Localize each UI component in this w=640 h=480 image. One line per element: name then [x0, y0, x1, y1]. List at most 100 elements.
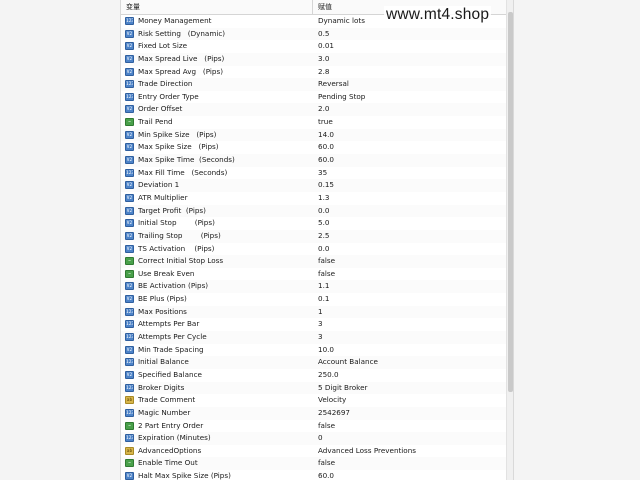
table-row[interactable]: 123 Trade Direction Reversal: [121, 78, 506, 91]
variable-value[interactable]: 2.0: [318, 103, 498, 116]
variable-name: 2 Part Entry Order: [138, 420, 204, 430]
double-icon: V2: [125, 181, 134, 190]
table-row[interactable]: V2 Min Spike Size (Pips) 14.0: [121, 128, 506, 142]
variable-value[interactable]: 0.0: [318, 205, 498, 218]
table-row[interactable]: ~ Enable Time Out false: [121, 457, 506, 471]
variable-value[interactable]: 0.15: [318, 179, 498, 192]
bool-icon: ~: [125, 257, 134, 266]
variable-value[interactable]: 3: [318, 318, 498, 331]
variable-name: BE Activation (Pips): [138, 281, 209, 291]
table-row[interactable]: V2 Order Offset 2.0: [121, 103, 506, 117]
table-row[interactable]: ab AdvancedOptions Advanced Loss Preventio…: [121, 444, 506, 458]
variable-value[interactable]: 0.01: [318, 40, 498, 53]
variable-value[interactable]: Account Balance: [318, 356, 498, 369]
variable-name: Max Spread Live (Pips): [138, 53, 225, 63]
table-row[interactable]: 123 Entry Order Type Pending Stop: [121, 90, 506, 104]
table-row[interactable]: 123 Attempts Per Bar 3: [121, 318, 506, 332]
variable-value[interactable]: Advanced Loss Preventions: [318, 445, 498, 458]
table-row[interactable]: 123 Magic Number 2542697: [121, 406, 506, 420]
variable-value[interactable]: Pending Stop: [318, 91, 498, 104]
variable-name: Fixed Lot Size: [138, 41, 188, 51]
variable-value[interactable]: false: [318, 457, 498, 470]
double-icon: V2: [125, 143, 134, 152]
table-row[interactable]: 123 Broker Digits 5 Digit Broker: [121, 381, 506, 395]
variable-value[interactable]: 60.0: [318, 154, 498, 167]
double-icon: V2: [125, 219, 134, 228]
double-icon: V2: [125, 370, 134, 379]
variable-value[interactable]: 1.3: [318, 192, 498, 205]
variable-value[interactable]: 250.0: [318, 369, 498, 382]
table-row[interactable]: V2 BE Plus (Pips) 0.1: [121, 293, 506, 306]
int-icon: 123: [125, 320, 134, 329]
inputs-table: 123 Money Management Dynamic lots V2 Risk Se…: [121, 15, 506, 480]
int-icon: 123: [125, 408, 134, 417]
variable-name: Max Spike Size (Pips): [138, 142, 219, 152]
table-row[interactable]: V2 Max Spread Avg (Pips) 2.8: [121, 65, 506, 79]
table-row[interactable]: V2 TS Activation (Pips) 0.0: [121, 242, 506, 256]
variable-value[interactable]: Reversal: [318, 78, 498, 91]
variable-value[interactable]: 2542697: [318, 407, 498, 420]
variable-value[interactable]: 60.0: [318, 470, 498, 480]
variable-value[interactable]: 1: [318, 306, 498, 319]
table-row[interactable]: V2 Deviation 1 0.15: [121, 179, 506, 192]
variable-name: Trade Direction: [138, 79, 193, 89]
scrollbar-thumb[interactable]: [508, 12, 513, 392]
vertical-scrollbar[interactable]: [506, 0, 513, 480]
variable-value[interactable]: 5.0: [318, 217, 498, 230]
table-row[interactable]: V2 Trailing Stop (Pips) 2.5: [121, 229, 506, 243]
variable-value[interactable]: 2.5: [318, 230, 498, 243]
table-row[interactable]: V2 Target Profit (Pips) 0.0: [121, 204, 506, 218]
variable-value[interactable]: 5 Digit Broker: [318, 382, 498, 395]
table-row[interactable]: V2 Fixed Lot Size 0.01: [121, 40, 506, 53]
table-row[interactable]: V2 Risk Setting (Dynamic) 0.5: [121, 27, 506, 41]
variable-value[interactable]: 1.1: [318, 280, 498, 293]
table-row[interactable]: ~ Use Break Even false: [121, 267, 506, 281]
variable-value[interactable]: Velocity: [318, 394, 498, 407]
table-row[interactable]: V2 BE Activation (Pips) 1.1: [121, 280, 506, 294]
enum-icon: 123: [125, 17, 134, 25]
variable-value[interactable]: 0.0: [318, 243, 498, 256]
table-row[interactable]: ~ Trail Pend true: [121, 116, 506, 129]
table-row[interactable]: V2 Min Trade Spacing 10.0: [121, 343, 506, 357]
variable-value[interactable]: false: [318, 268, 498, 281]
double-icon: V2: [125, 472, 134, 480]
variable-value[interactable]: 10.0: [318, 344, 498, 357]
variable-value[interactable]: 60.0: [318, 141, 498, 154]
table-row[interactable]: ~2 Part Entry Order false: [121, 419, 506, 433]
table-row[interactable]: 123 Max Positions 1: [121, 305, 506, 319]
table-row[interactable]: V2 Max Spread Live (Pips) 3.0: [121, 52, 506, 66]
table-row[interactable]: V2 Specified Balance 250.0: [121, 368, 506, 382]
table-row[interactable]: V2 Initial Stop (Pips) 5.0: [121, 217, 506, 230]
variable-value[interactable]: true: [318, 116, 498, 129]
table-row[interactable]: 123 Initial Balance Account Balance: [121, 356, 506, 369]
bool-icon: ~: [125, 421, 134, 430]
variable-name: Specified Balance: [138, 369, 202, 379]
table-row[interactable]: ab Trade Comment Velocity: [121, 394, 506, 407]
double-icon: V2: [125, 130, 134, 139]
table-row[interactable]: 123 Expiration (Minutes) 0: [121, 432, 506, 445]
table-row[interactable]: V2 Max Spike Time (Seconds) 60.0: [121, 154, 506, 167]
variable-value[interactable]: 2.8: [318, 66, 498, 79]
variable-value[interactable]: 3.0: [318, 53, 498, 66]
double-icon: V2: [125, 206, 134, 215]
table-row[interactable]: V2 ATR Multiplier 1.3: [121, 191, 506, 205]
variable-value[interactable]: 0.5: [318, 28, 498, 41]
variable-value[interactable]: 0.1: [318, 293, 498, 306]
variable-name: Halt Max Spike Size (Pips): [138, 471, 231, 480]
double-icon: V2: [125, 42, 134, 51]
table-row[interactable]: V2 Halt Max Spike Size (Pips) 60.0: [121, 470, 506, 480]
variable-column-header[interactable]: 变量: [121, 0, 313, 14]
variable-value[interactable]: false: [318, 255, 498, 268]
table-row[interactable]: ~ Correct Initial Stop Loss false: [121, 255, 506, 268]
variable-value[interactable]: false: [318, 420, 498, 433]
variable-value[interactable]: 14.0: [318, 129, 498, 142]
table-row[interactable]: V2 Max Spike Size (Pips) 60.0: [121, 141, 506, 155]
variable-name: Order Offset: [138, 104, 183, 114]
bool-icon: ~: [125, 459, 134, 468]
variable-value[interactable]: 35: [318, 167, 498, 180]
table-row[interactable]: 123 Max Fill Time (Seconds) 35: [121, 166, 506, 180]
double-icon: V2: [125, 67, 134, 76]
table-row[interactable]: 123 Attempts Per Cycle 3: [121, 331, 506, 344]
variable-value[interactable]: 3: [318, 331, 498, 344]
variable-value[interactable]: 0: [318, 432, 498, 445]
